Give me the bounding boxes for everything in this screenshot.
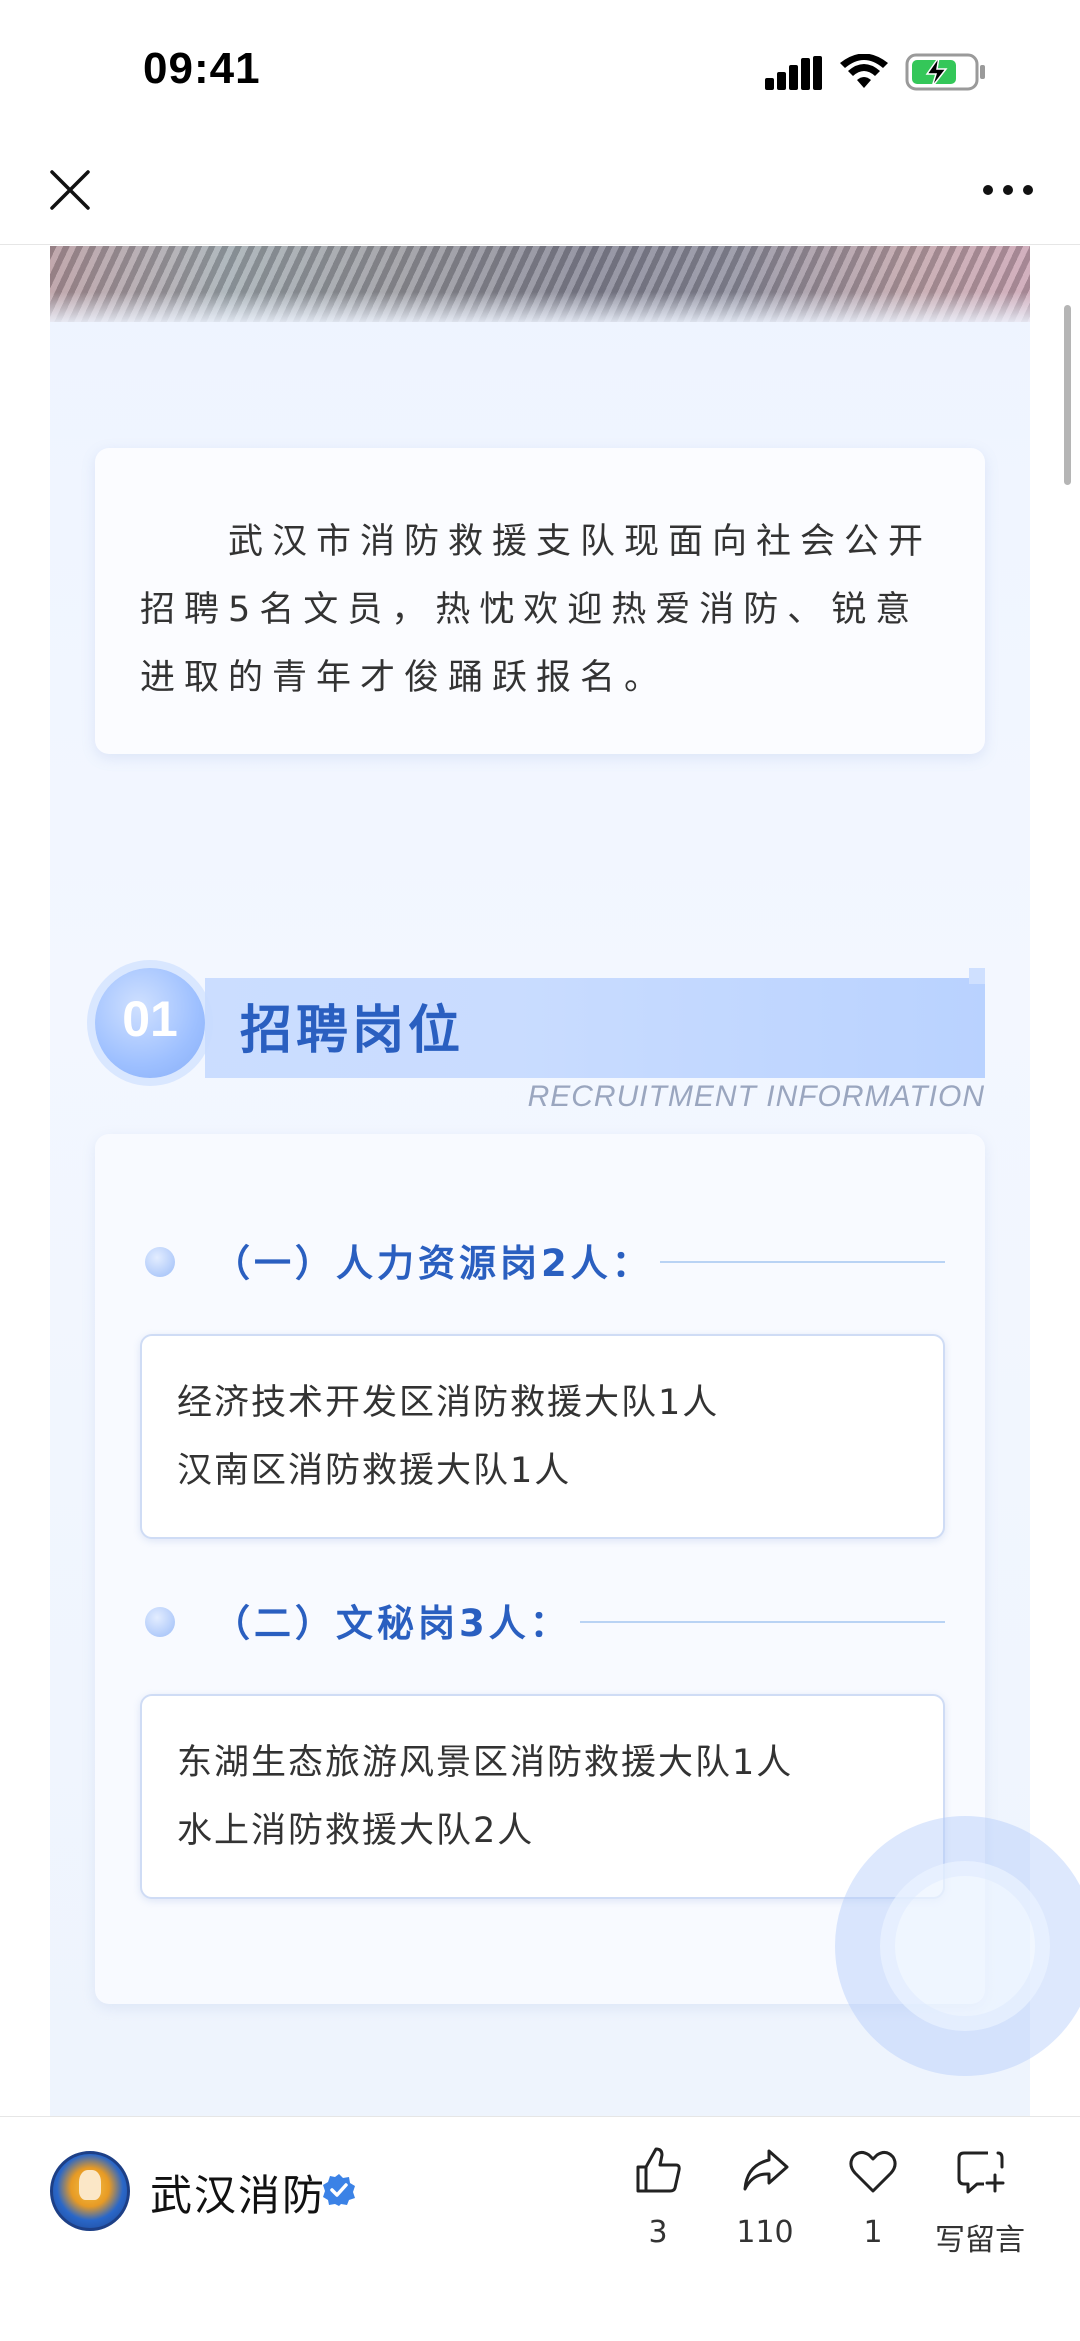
category-detail-line: 水上消防救援大队2人 [177,1811,535,1851]
decorative-ring-inner [880,1861,1050,2031]
account-name[interactable]: 武汉消防 [150,2162,326,2223]
signal-icon [765,56,822,90]
banner-photo [50,246,1030,322]
section-title: 招聘岗位 [240,1001,465,1061]
write-comment-label: 写留言 [935,2223,1025,2258]
category-title: （二）文秘岗3人： [213,1602,571,1645]
category-detail-line: 东湖生态旅游风景区消防救援大队1人 [177,1743,794,1783]
category-detail-box: 经济技术开发区消防救援大队1人 汉南区消防救援大队1人 [140,1334,945,1539]
section-bar-corner [969,968,985,984]
share-button[interactable]: 110 [710,2145,820,2275]
bullet-dot-icon [145,1247,175,1277]
category-title: （一）人力资源岗2人： [213,1242,653,1285]
share-arrow-icon [743,2149,789,2191]
bullet-dot-icon [145,1607,175,1637]
top-nav-bar [0,140,1080,245]
write-comment-button[interactable]: 写留言 [925,2145,1035,2275]
battery-icon [905,53,985,91]
category-detail-line: 经济技术开发区消防救援大队1人 [177,1383,720,1423]
close-icon[interactable] [48,168,92,212]
scrollbar[interactable] [1064,305,1071,485]
recommend-count: 1 [863,2215,883,2250]
section-subtitle: RECRUITMENT INFORMATION [527,1080,985,1113]
recommend-button[interactable]: 1 [818,2145,928,2275]
status-time: 09:41 [143,44,261,93]
category-divider [580,1621,945,1623]
thumbs-up-icon [636,2147,681,2193]
comment-add-icon [957,2151,1005,2194]
intro-text: 武汉市消防救援支队现面向社会公开招聘5名文员，热忱欢迎热爱消防、锐意进取的青年才… [140,522,933,698]
wifi-icon [840,54,888,88]
share-count: 110 [736,2215,794,2250]
wechat-article-page: 09:41 武汉市消防救援支队现面向社会公开招聘5名文员，热忱欢迎热爱消防、锐意… [0,0,1080,2341]
category-divider [660,1261,945,1263]
status-bar: 09:41 [0,0,1080,140]
category-detail-box: 东湖生态旅游风景区消防救援大队1人 水上消防救援大队2人 [140,1694,945,1899]
category-header: （二）文秘岗3人： [145,1589,945,1649]
section-header: 01 招聘岗位 RECRUITMENT INFORMATION [95,968,985,1113]
like-button[interactable]: 3 [603,2145,713,2275]
bottom-action-bar: 武汉消防 3 110 1 写留言 [0,2116,1080,2341]
section-number: 01 [122,991,178,1047]
like-count: 3 [648,2215,668,2250]
intro-card: 武汉市消防救援支队现面向社会公开招聘5名文员，热忱欢迎热爱消防、锐意进取的青年才… [95,448,985,754]
section-number-badge: 01 [95,968,205,1078]
category-detail-line: 汉南区消防救援大队1人 [177,1451,572,1491]
article-content[interactable]: 武汉市消防救援支队现面向社会公开招聘5名文员，热忱欢迎热爱消防、锐意进取的青年才… [0,246,1080,2116]
category-header: （一）人力资源岗2人： [145,1229,945,1289]
account-avatar[interactable] [50,2151,130,2231]
jobs-card: （一）人力资源岗2人： 经济技术开发区消防救援大队1人 汉南区消防救援大队1人 … [95,1134,985,2004]
more-icon[interactable] [980,180,1036,200]
heart-icon [849,2150,897,2193]
recruitment-poster: 武汉市消防救援支队现面向社会公开招聘5名文员，热忱欢迎热爱消防、锐意进取的青年才… [50,246,1080,2116]
verified-badge-icon [323,2174,355,2206]
